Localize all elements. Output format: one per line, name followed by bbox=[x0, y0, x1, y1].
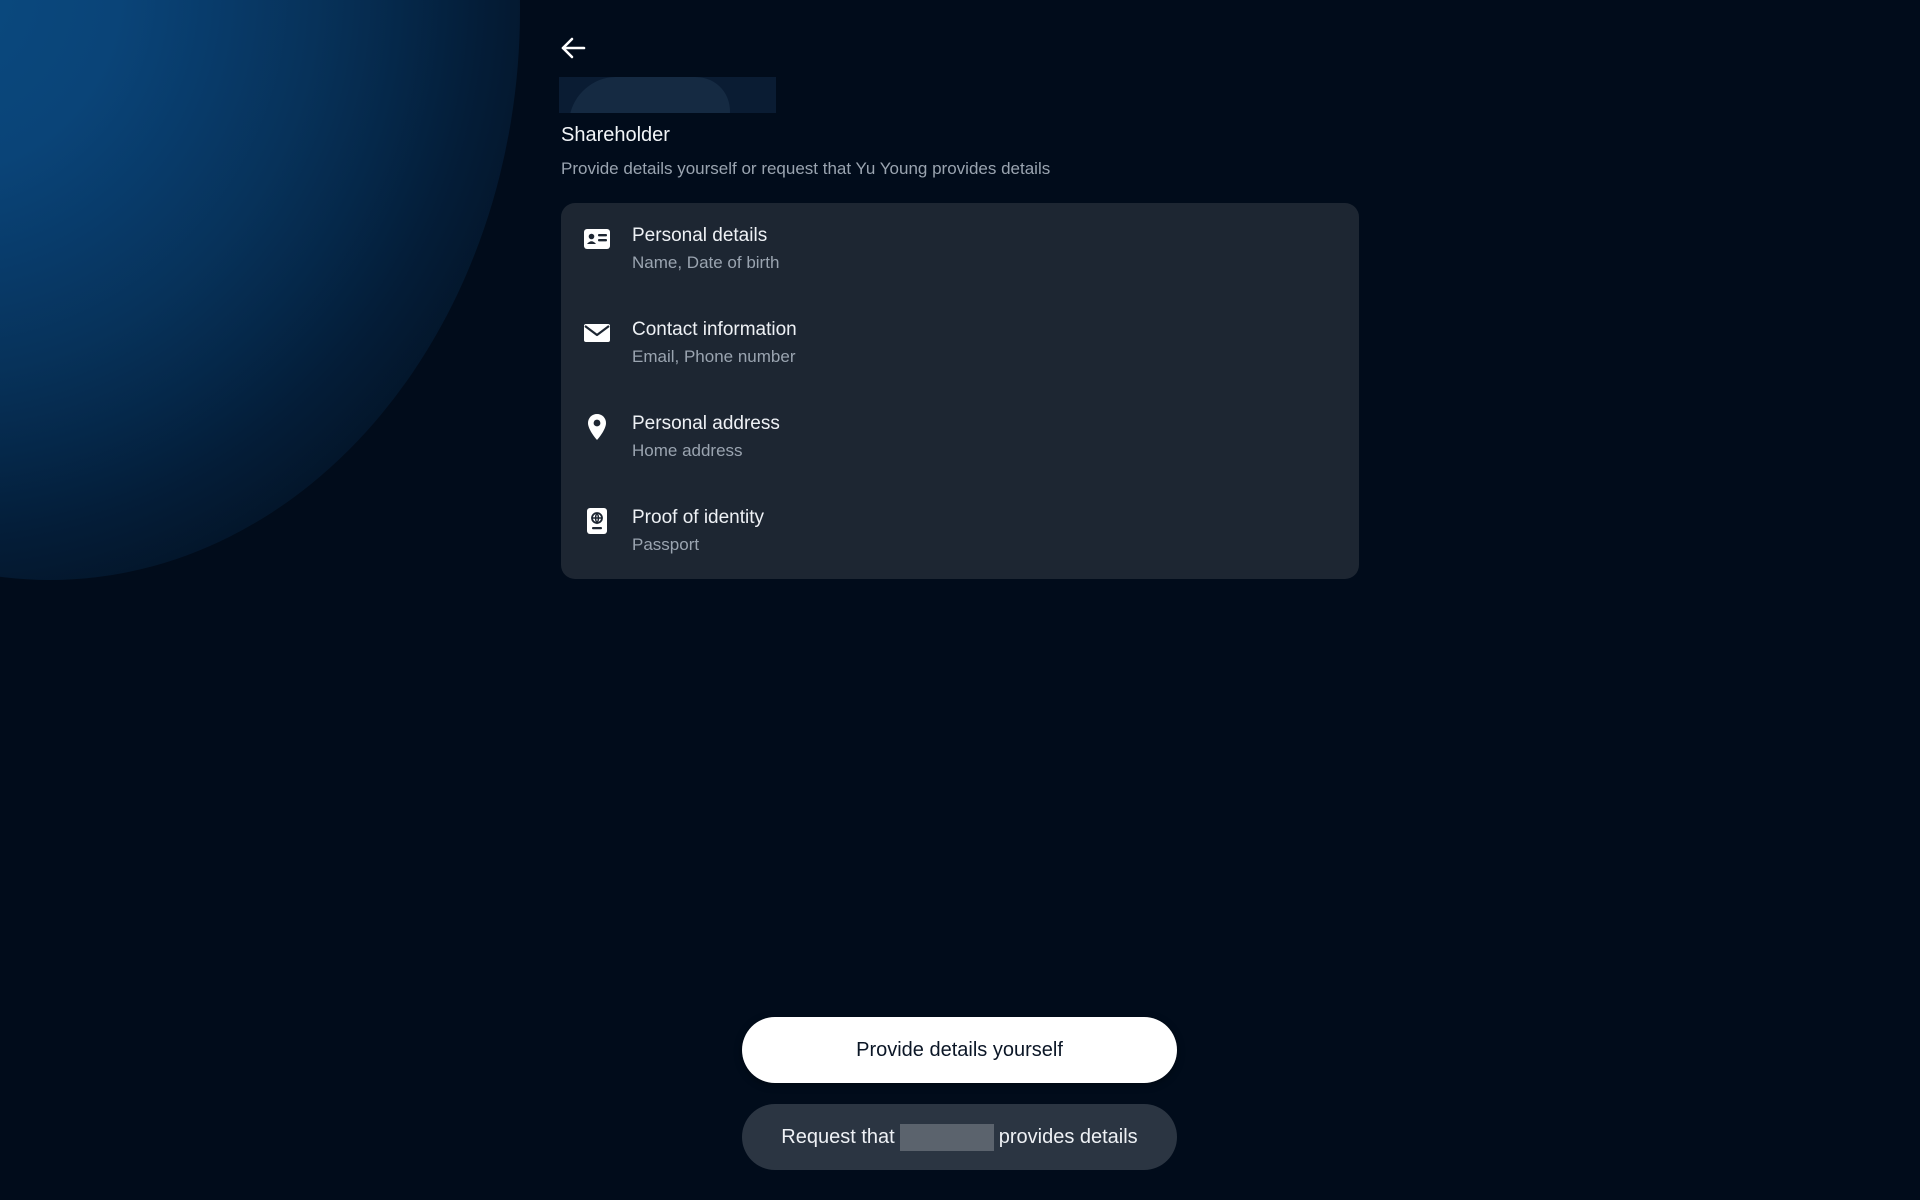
map-pin-icon bbox=[582, 412, 612, 442]
requirement-label: Personal address bbox=[632, 413, 780, 434]
requirement-contact-information: Contact information Email, Phone number bbox=[561, 297, 1359, 391]
requirement-personal-details: Personal details Name, Date of birth bbox=[561, 203, 1359, 297]
logo-shape bbox=[566, 77, 736, 113]
request-details-suffix: provides details bbox=[998, 1125, 1138, 1148]
entity-logo-banner bbox=[559, 77, 776, 113]
requirement-description: Email, Phone number bbox=[632, 347, 796, 366]
arrow-left-icon bbox=[561, 37, 586, 59]
page: Shareholder Provide details yourself or … bbox=[0, 0, 1920, 1200]
passport-icon bbox=[582, 506, 612, 536]
requirement-label: Contact information bbox=[632, 319, 797, 340]
requirement-label: Personal details bbox=[632, 225, 768, 246]
requirement-personal-address: Personal address Home address bbox=[561, 391, 1359, 485]
back-button[interactable] bbox=[558, 33, 588, 63]
request-details-prefix: Request that bbox=[781, 1125, 895, 1148]
page-subtitle: Provide details yourself or request that… bbox=[561, 159, 1051, 178]
provide-details-yourself-button[interactable]: Provide details yourself bbox=[742, 1017, 1177, 1083]
requirements-card: Personal details Name, Date of birth Con… bbox=[561, 203, 1359, 579]
request-details-button[interactable]: Request that provides details bbox=[742, 1104, 1177, 1170]
provide-details-yourself-label: Provide details yourself bbox=[856, 1038, 1063, 1061]
requirement-description: Passport bbox=[632, 535, 700, 554]
requirement-proof-of-identity: Proof of identity Passport bbox=[561, 485, 1359, 579]
background-glow bbox=[0, 0, 520, 580]
requirement-label: Proof of identity bbox=[632, 507, 765, 528]
requirement-description: Name, Date of birth bbox=[632, 253, 780, 272]
id-card-icon bbox=[582, 224, 612, 254]
page-title: Shareholder bbox=[561, 124, 670, 146]
envelope-icon bbox=[582, 318, 612, 348]
redacted-name bbox=[899, 1123, 994, 1151]
requirement-description: Home address bbox=[632, 441, 743, 460]
